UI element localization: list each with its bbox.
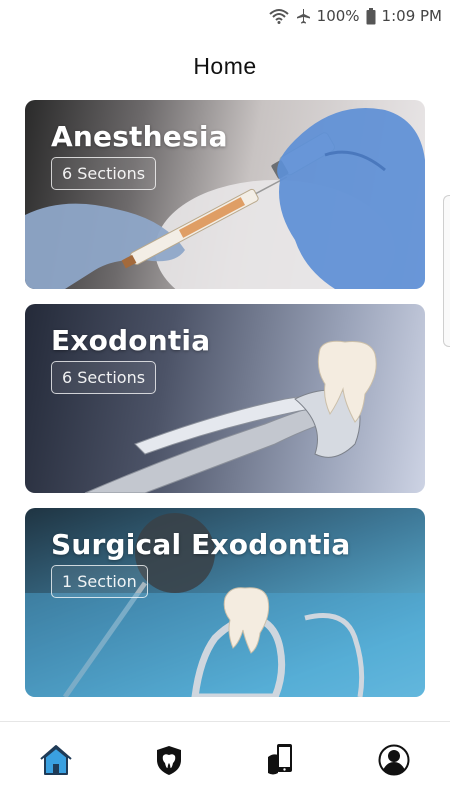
card-surgical-exodontia[interactable]: Surgical Exodontia 1 Section bbox=[25, 508, 425, 697]
card-anesthesia[interactable]: Anesthesia 6 Sections bbox=[25, 100, 425, 289]
sections-badge: 6 Sections bbox=[51, 361, 157, 394]
battery-icon bbox=[366, 7, 376, 25]
airplane-icon bbox=[295, 8, 311, 24]
battery-percent: 100% bbox=[316, 7, 360, 25]
nav-profile[interactable] bbox=[369, 737, 419, 787]
nav-home[interactable] bbox=[31, 737, 81, 787]
profile-icon bbox=[378, 744, 410, 780]
card-title: Anesthesia bbox=[51, 120, 228, 153]
card-title: Exodontia bbox=[51, 324, 211, 357]
clock: 1:09 PM bbox=[381, 7, 442, 25]
page-title: Home bbox=[193, 52, 257, 79]
card-title: Surgical Exodontia bbox=[51, 528, 351, 561]
tooth-shield-icon bbox=[154, 744, 184, 780]
page-header: Home bbox=[0, 46, 450, 86]
sections-badge: 6 Sections bbox=[51, 157, 157, 190]
sections-badge: 1 Section bbox=[51, 565, 148, 598]
edge-panel-handle[interactable] bbox=[443, 195, 450, 347]
phone-hand-icon bbox=[265, 743, 297, 781]
home-icon bbox=[39, 744, 73, 780]
nav-tooth-shield[interactable] bbox=[144, 737, 194, 787]
status-bar: 100% 1:09 PM bbox=[0, 0, 450, 32]
wifi-icon bbox=[268, 8, 289, 24]
nav-device[interactable] bbox=[256, 737, 306, 787]
bottom-nav bbox=[0, 721, 450, 801]
card-exodontia[interactable]: Exodontia 6 Sections bbox=[25, 304, 425, 493]
